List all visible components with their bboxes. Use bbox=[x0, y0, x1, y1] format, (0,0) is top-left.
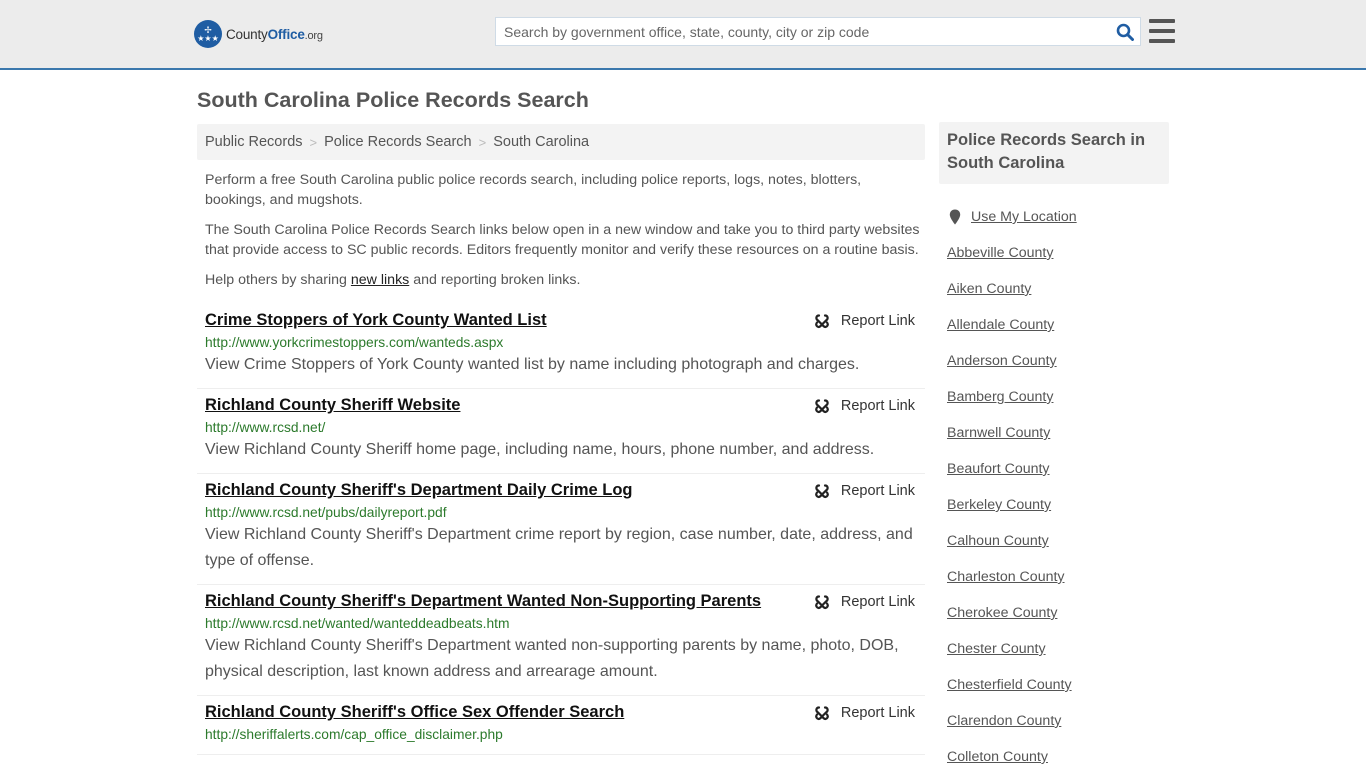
result-item: Crime Stoppers of York County Wanted Lis… bbox=[197, 304, 925, 389]
result-title-link[interactable]: Richland County Sheriff's Department Wan… bbox=[205, 591, 761, 612]
intro-paragraph-1: Perform a free South Carolina public pol… bbox=[205, 172, 862, 208]
search-icon bbox=[1116, 23, 1134, 41]
county-link[interactable]: Aiken County bbox=[947, 281, 1031, 297]
sidebar-item-abbeville: Abbeville County bbox=[947, 235, 1167, 271]
search-bar bbox=[495, 17, 1141, 46]
page-title: South Carolina Police Records Search bbox=[197, 88, 589, 112]
county-link[interactable]: Anderson County bbox=[947, 353, 1057, 369]
broken-link-icon bbox=[815, 706, 829, 720]
report-link-label: Report Link bbox=[840, 483, 915, 499]
county-link[interactable]: Charleston County bbox=[947, 569, 1065, 585]
county-link[interactable]: Clarendon County bbox=[947, 713, 1061, 729]
result-url: http://www.rcsd.net/pubs/dailyreport.pdf bbox=[205, 505, 447, 520]
sidebar-item-calhoun: Calhoun County bbox=[947, 523, 1167, 559]
county-link[interactable]: Cherokee County bbox=[947, 605, 1057, 621]
sidebar-item-beaufort: Beaufort County bbox=[947, 451, 1167, 487]
menu-bar bbox=[1149, 19, 1175, 23]
county-link[interactable]: Allendale County bbox=[947, 317, 1054, 333]
menu-bar bbox=[1149, 29, 1175, 33]
hamburger-menu-icon[interactable] bbox=[1149, 19, 1175, 43]
breadcrumb-separator: > bbox=[478, 134, 487, 150]
result-description: View Richland County Sheriff's Departmen… bbox=[205, 526, 913, 569]
search-button[interactable] bbox=[1110, 18, 1140, 45]
report-link-button[interactable]: Report Link bbox=[814, 398, 915, 414]
county-link[interactable]: Beaufort County bbox=[947, 461, 1050, 477]
map-marker-icon bbox=[947, 209, 963, 225]
use-my-location-link[interactable]: Use My Location bbox=[971, 209, 1077, 225]
county-link[interactable]: Berkeley County bbox=[947, 497, 1051, 513]
result-item: Richland County Sheriff's Office Sex Off… bbox=[197, 696, 925, 755]
sidebar-item-anderson: Anderson County bbox=[947, 343, 1167, 379]
broken-link-icon bbox=[815, 314, 829, 328]
county-link[interactable]: Barnwell County bbox=[947, 425, 1050, 441]
result-item: Richland County Sheriff's Department Wan… bbox=[197, 585, 925, 696]
breadcrumb-separator: > bbox=[309, 134, 318, 150]
intro-text-segment: and reporting broken links. bbox=[409, 272, 581, 288]
report-link-button[interactable]: Report Link bbox=[814, 594, 915, 610]
report-link-button[interactable]: Report Link bbox=[814, 705, 915, 721]
sidebar-item-charleston: Charleston County bbox=[947, 559, 1167, 595]
sidebar-item-berkeley: Berkeley County bbox=[947, 487, 1167, 523]
sidebar-heading: Police Records Search in South Carolina bbox=[939, 122, 1169, 184]
broken-link-icon bbox=[815, 399, 829, 413]
site-header: ✢ ★★★ CountyOffice.org bbox=[0, 0, 1366, 70]
eagle-stars-badge-icon: ✢ ★★★ bbox=[194, 20, 222, 48]
sidebar-item-allendale: Allendale County bbox=[947, 307, 1167, 343]
menu-bar bbox=[1149, 39, 1175, 43]
result-description: View Crime Stoppers of York County wante… bbox=[205, 356, 860, 373]
breadcrumb-south-carolina[interactable]: South Carolina bbox=[493, 134, 589, 150]
result-title-link[interactable]: Richland County Sheriff's Department Dai… bbox=[205, 480, 633, 501]
intro-text-segment: Help others by sharing bbox=[205, 272, 351, 288]
new-links-link[interactable]: new links bbox=[351, 272, 409, 288]
result-url: http://www.rcsd.net/wanted/wanteddeadbea… bbox=[205, 616, 510, 631]
breadcrumb: Public Records > Police Records Search >… bbox=[197, 124, 925, 160]
county-link[interactable]: Chesterfield County bbox=[947, 677, 1072, 693]
sidebar-item-chesterfield: Chesterfield County bbox=[947, 667, 1167, 703]
sidebar-item-cherokee: Cherokee County bbox=[947, 595, 1167, 631]
site-logo[interactable]: ✢ ★★★ CountyOffice.org bbox=[194, 20, 323, 48]
intro-text: Perform a free South Carolina public pol… bbox=[205, 170, 923, 300]
report-link-label: Report Link bbox=[840, 705, 915, 721]
broken-link-icon bbox=[815, 484, 829, 498]
result-item: Richland County Sheriff's Department Dai… bbox=[197, 474, 925, 585]
breadcrumb-police-records-search[interactable]: Police Records Search bbox=[324, 134, 472, 150]
broken-link-icon bbox=[815, 595, 829, 609]
result-title-link[interactable]: Crime Stoppers of York County Wanted Lis… bbox=[205, 310, 547, 331]
result-url: http://www.yorkcrimestoppers.com/wanteds… bbox=[205, 335, 504, 350]
use-my-location-item: Use My Location bbox=[947, 199, 1167, 235]
intro-paragraph-2: The South Carolina Police Records Search… bbox=[205, 222, 920, 258]
sidebar-item-chester: Chester County bbox=[947, 631, 1167, 667]
report-link-button[interactable]: Report Link bbox=[814, 313, 915, 329]
intro-paragraph-3: Help others by sharing new links and rep… bbox=[205, 270, 923, 290]
county-link[interactable]: Colleton County bbox=[947, 749, 1048, 765]
sidebar-item-barnwell: Barnwell County bbox=[947, 415, 1167, 451]
search-input[interactable] bbox=[496, 18, 1110, 45]
result-description: View Richland County Sheriff's Departmen… bbox=[205, 637, 899, 680]
county-link[interactable]: Chester County bbox=[947, 641, 1046, 657]
result-description: View Richland County Sheriff home page, … bbox=[205, 441, 875, 458]
logo-text: CountyOffice.org bbox=[226, 26, 323, 42]
result-title-link[interactable]: Richland County Sheriff Website bbox=[205, 395, 460, 416]
county-link[interactable]: Abbeville County bbox=[947, 245, 1053, 261]
county-link[interactable]: Bamberg County bbox=[947, 389, 1053, 405]
result-title-link[interactable]: Richland County Sheriff's Office Sex Off… bbox=[205, 702, 624, 723]
county-list: Use My Location Abbeville County Aiken C… bbox=[947, 199, 1167, 775]
breadcrumb-public-records[interactable]: Public Records bbox=[205, 134, 303, 150]
county-link[interactable]: Calhoun County bbox=[947, 533, 1049, 549]
report-link-label: Report Link bbox=[840, 313, 915, 329]
results-list: Crime Stoppers of York County Wanted Lis… bbox=[197, 304, 925, 755]
report-link-label: Report Link bbox=[840, 398, 915, 414]
result-url: http://www.rcsd.net/ bbox=[205, 420, 326, 435]
sidebar-item-colleton: Colleton County bbox=[947, 739, 1167, 775]
sidebar-item-clarendon: Clarendon County bbox=[947, 703, 1167, 739]
report-link-button[interactable]: Report Link bbox=[814, 483, 915, 499]
sidebar-item-aiken: Aiken County bbox=[947, 271, 1167, 307]
result-url: http://sheriffalerts.com/cap_office_disc… bbox=[205, 727, 503, 742]
sidebar-item-bamberg: Bamberg County bbox=[947, 379, 1167, 415]
result-item: Richland County Sheriff Website http://w… bbox=[197, 389, 925, 474]
report-link-label: Report Link bbox=[840, 594, 915, 610]
